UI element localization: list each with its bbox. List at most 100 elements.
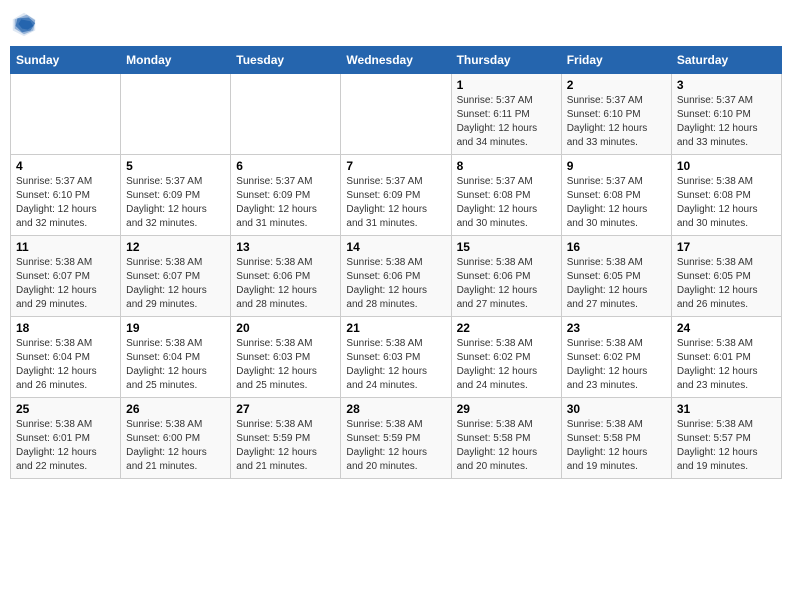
day-number: 28 (346, 402, 445, 416)
day-info: Sunrise: 5:37 AM Sunset: 6:09 PM Dayligh… (126, 175, 225, 231)
day-number: 19 (126, 321, 225, 335)
calendar-cell: 28 Sunrise: 5:38 AM Sunset: 5:59 PM Dayli… (341, 398, 451, 479)
day-info: Sunrise: 5:38 AM Sunset: 5:59 PM Dayligh… (236, 418, 335, 474)
day-number: 22 (457, 321, 556, 335)
day-info: Sunrise: 5:37 AM Sunset: 6:09 PM Dayligh… (346, 175, 445, 231)
day-info: Sunrise: 5:37 AM Sunset: 6:10 PM Dayligh… (677, 94, 776, 150)
calendar-cell: 23 Sunrise: 5:38 AM Sunset: 6:02 PM Dayli… (561, 317, 671, 398)
calendar-cell: 26Sunrise: 5:38 AM Sunset: 6:00 PM Dayli… (121, 398, 231, 479)
day-number: 23 (567, 321, 666, 335)
day-info: Sunrise: 5:37 AM Sunset: 6:11 PM Dayligh… (457, 94, 556, 150)
calendar-week-5: 25Sunrise: 5:38 AM Sunset: 6:01 PM Dayli… (11, 398, 782, 479)
day-info: Sunrise: 5:38 AM Sunset: 6:06 PM Dayligh… (346, 256, 445, 312)
day-info: Sunrise: 5:38 AM Sunset: 6:05 PM Dayligh… (677, 256, 776, 312)
day-info: Sunrise: 5:38 AM Sunset: 6:08 PM Dayligh… (677, 175, 776, 231)
calendar-cell: 12 Sunrise: 5:38 AM Sunset: 6:07 PM Dayli… (121, 236, 231, 317)
day-number: 21 (346, 321, 445, 335)
calendar-table: SundayMondayTuesdayWednesdayThursdayFrid… (10, 46, 782, 479)
calendar-cell: 31 Sunrise: 5:38 AM Sunset: 5:57 PM Dayli… (671, 398, 781, 479)
calendar-week-1: 1 Sunrise: 5:37 AM Sunset: 6:11 PM Daylig… (11, 74, 782, 155)
day-info: Sunrise: 5:37 AM Sunset: 6:10 PM Dayligh… (16, 175, 115, 231)
day-number: 15 (457, 240, 556, 254)
day-info: Sunrise: 5:38 AM Sunset: 6:07 PM Dayligh… (16, 256, 115, 312)
day-number: 26 (126, 402, 225, 416)
day-info: Sunrise: 5:38 AM Sunset: 6:01 PM Dayligh… (677, 337, 776, 393)
calendar-cell: 29Sunrise: 5:38 AM Sunset: 5:58 PM Dayli… (451, 398, 561, 479)
day-info: Sunrise: 5:38 AM Sunset: 5:58 PM Dayligh… (457, 418, 556, 474)
calendar-cell: 19Sunrise: 5:38 AM Sunset: 6:04 PM Dayli… (121, 317, 231, 398)
day-info: Sunrise: 5:38 AM Sunset: 5:59 PM Dayligh… (346, 418, 445, 474)
day-info: Sunrise: 5:37 AM Sunset: 6:08 PM Dayligh… (567, 175, 666, 231)
header-cell-saturday: Saturday (671, 47, 781, 74)
day-number: 11 (16, 240, 115, 254)
calendar-cell: 25Sunrise: 5:38 AM Sunset: 6:01 PM Dayli… (11, 398, 121, 479)
calendar-cell: 6 Sunrise: 5:37 AM Sunset: 6:09 PM Daylig… (231, 155, 341, 236)
day-number: 30 (567, 402, 666, 416)
calendar-cell: 21 Sunrise: 5:38 AM Sunset: 6:03 PM Dayli… (341, 317, 451, 398)
calendar-week-4: 18Sunrise: 5:38 AM Sunset: 6:04 PM Dayli… (11, 317, 782, 398)
calendar-cell: 13 Sunrise: 5:38 AM Sunset: 6:06 PM Dayli… (231, 236, 341, 317)
day-number: 1 (457, 78, 556, 92)
day-number: 13 (236, 240, 335, 254)
calendar-header-row: SundayMondayTuesdayWednesdayThursdayFrid… (11, 47, 782, 74)
header-cell-friday: Friday (561, 47, 671, 74)
day-info: Sunrise: 5:38 AM Sunset: 6:02 PM Dayligh… (567, 337, 666, 393)
calendar-cell: 3 Sunrise: 5:37 AM Sunset: 6:10 PM Daylig… (671, 74, 781, 155)
day-info: Sunrise: 5:38 AM Sunset: 5:58 PM Dayligh… (567, 418, 666, 474)
calendar-cell: 11 Sunrise: 5:38 AM Sunset: 6:07 PM Dayli… (11, 236, 121, 317)
day-number: 31 (677, 402, 776, 416)
day-info: Sunrise: 5:38 AM Sunset: 6:03 PM Dayligh… (236, 337, 335, 393)
calendar-body: 1 Sunrise: 5:37 AM Sunset: 6:11 PM Daylig… (11, 74, 782, 479)
calendar-cell: 8 Sunrise: 5:37 AM Sunset: 6:08 PM Daylig… (451, 155, 561, 236)
day-number: 6 (236, 159, 335, 173)
calendar-cell (231, 74, 341, 155)
calendar-cell: 18Sunrise: 5:38 AM Sunset: 6:04 PM Dayli… (11, 317, 121, 398)
calendar-cell (341, 74, 451, 155)
day-info: Sunrise: 5:38 AM Sunset: 6:06 PM Dayligh… (236, 256, 335, 312)
day-number: 2 (567, 78, 666, 92)
day-info: Sunrise: 5:38 AM Sunset: 6:03 PM Dayligh… (346, 337, 445, 393)
logo-icon (10, 10, 38, 38)
calendar-cell: 2 Sunrise: 5:37 AM Sunset: 6:10 PM Daylig… (561, 74, 671, 155)
day-number: 16 (567, 240, 666, 254)
day-info: Sunrise: 5:38 AM Sunset: 5:57 PM Dayligh… (677, 418, 776, 474)
calendar-cell: 14 Sunrise: 5:38 AM Sunset: 6:06 PM Dayli… (341, 236, 451, 317)
day-number: 5 (126, 159, 225, 173)
calendar-cell: 24 Sunrise: 5:38 AM Sunset: 6:01 PM Dayli… (671, 317, 781, 398)
calendar-cell: 9 Sunrise: 5:37 AM Sunset: 6:08 PM Daylig… (561, 155, 671, 236)
header-cell-monday: Monday (121, 47, 231, 74)
day-number: 24 (677, 321, 776, 335)
calendar-cell: 4 Sunrise: 5:37 AM Sunset: 6:10 PM Daylig… (11, 155, 121, 236)
day-number: 9 (567, 159, 666, 173)
day-number: 8 (457, 159, 556, 173)
day-info: Sunrise: 5:37 AM Sunset: 6:09 PM Dayligh… (236, 175, 335, 231)
day-info: Sunrise: 5:37 AM Sunset: 6:08 PM Dayligh… (457, 175, 556, 231)
header-cell-tuesday: Tuesday (231, 47, 341, 74)
day-number: 14 (346, 240, 445, 254)
header-cell-wednesday: Wednesday (341, 47, 451, 74)
header-cell-thursday: Thursday (451, 47, 561, 74)
day-info: Sunrise: 5:38 AM Sunset: 6:06 PM Dayligh… (457, 256, 556, 312)
calendar-cell (11, 74, 121, 155)
day-number: 12 (126, 240, 225, 254)
day-number: 4 (16, 159, 115, 173)
calendar-cell: 30 Sunrise: 5:38 AM Sunset: 5:58 PM Dayli… (561, 398, 671, 479)
calendar-cell: 17 Sunrise: 5:38 AM Sunset: 6:05 PM Dayli… (671, 236, 781, 317)
day-number: 3 (677, 78, 776, 92)
day-info: Sunrise: 5:38 AM Sunset: 6:01 PM Dayligh… (16, 418, 115, 474)
header-cell-sunday: Sunday (11, 47, 121, 74)
day-info: Sunrise: 5:38 AM Sunset: 6:07 PM Dayligh… (126, 256, 225, 312)
day-info: Sunrise: 5:38 AM Sunset: 6:05 PM Dayligh… (567, 256, 666, 312)
day-info: Sunrise: 5:37 AM Sunset: 6:10 PM Dayligh… (567, 94, 666, 150)
day-number: 17 (677, 240, 776, 254)
calendar-week-3: 11 Sunrise: 5:38 AM Sunset: 6:07 PM Dayli… (11, 236, 782, 317)
calendar-cell: 10Sunrise: 5:38 AM Sunset: 6:08 PM Dayli… (671, 155, 781, 236)
calendar-cell: 16 Sunrise: 5:38 AM Sunset: 6:05 PM Dayli… (561, 236, 671, 317)
calendar-cell (121, 74, 231, 155)
day-info: Sunrise: 5:38 AM Sunset: 6:02 PM Dayligh… (457, 337, 556, 393)
calendar-cell: 27Sunrise: 5:38 AM Sunset: 5:59 PM Dayli… (231, 398, 341, 479)
day-number: 20 (236, 321, 335, 335)
calendar-cell: 5 Sunrise: 5:37 AM Sunset: 6:09 PM Daylig… (121, 155, 231, 236)
calendar-cell: 20 Sunrise: 5:38 AM Sunset: 6:03 PM Dayli… (231, 317, 341, 398)
day-info: Sunrise: 5:38 AM Sunset: 6:04 PM Dayligh… (16, 337, 115, 393)
